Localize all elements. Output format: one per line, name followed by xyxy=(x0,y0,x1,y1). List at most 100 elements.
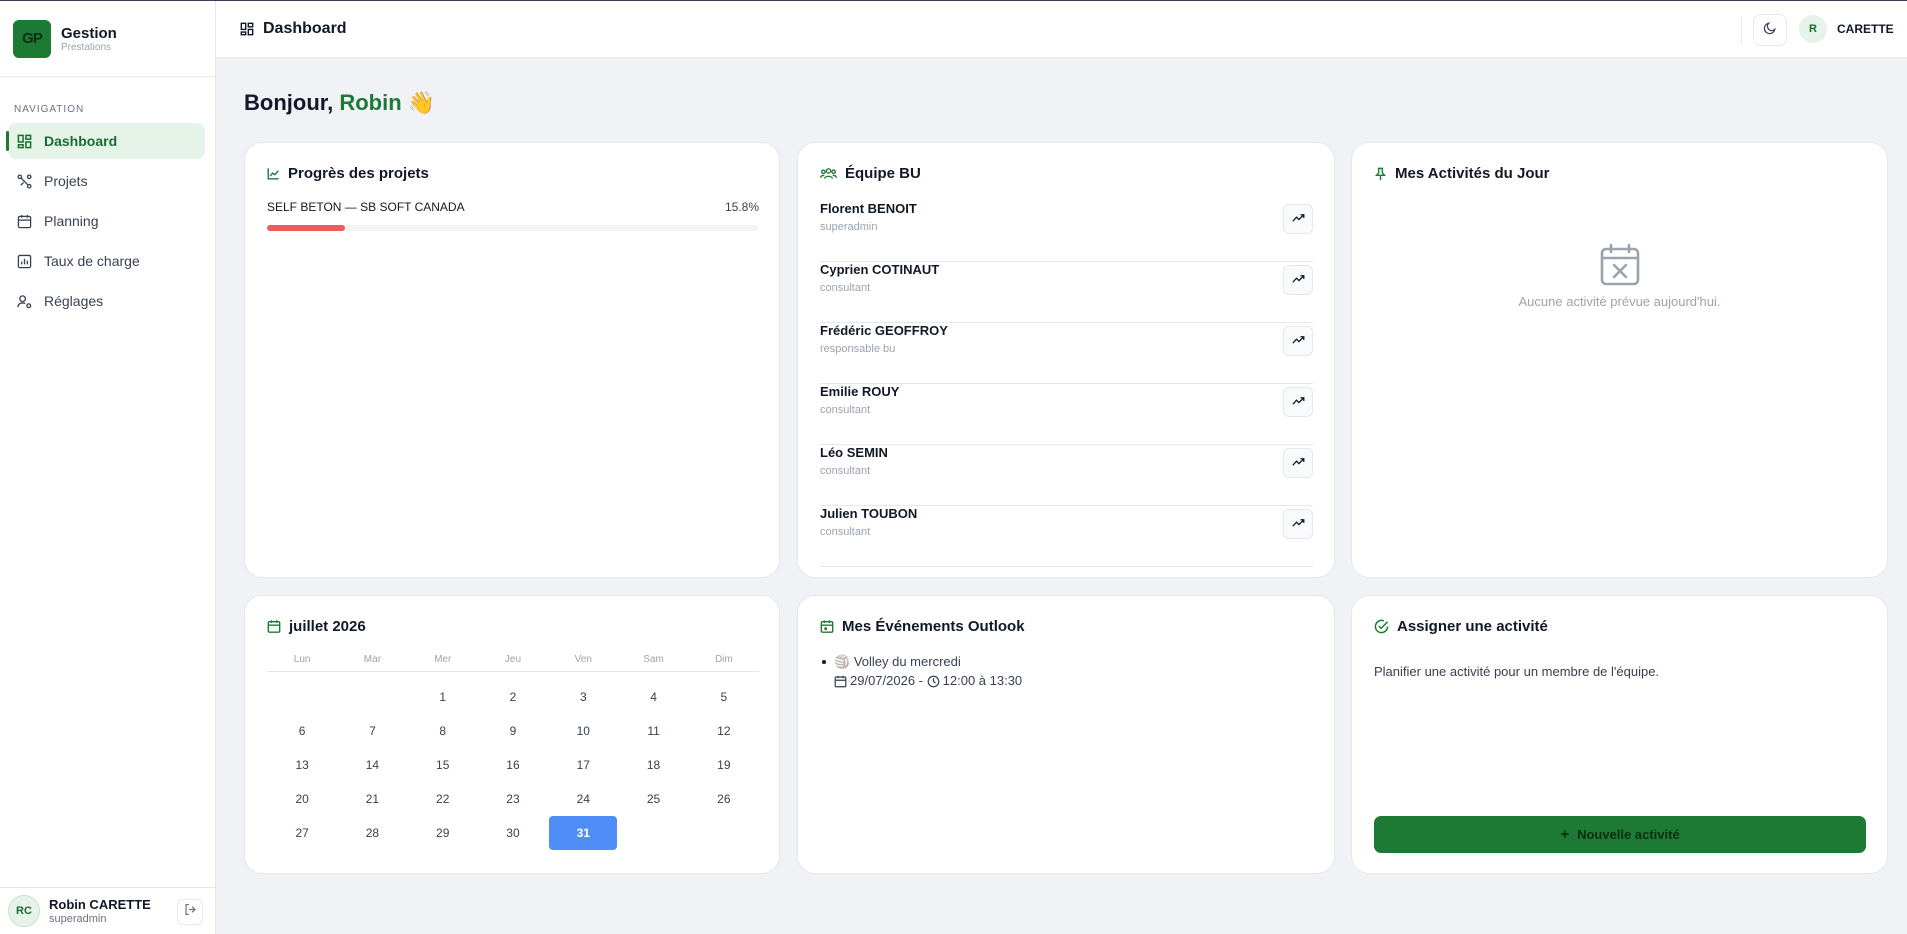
moon-icon xyxy=(1763,21,1777,40)
list-item: Emilie ROUY consultant xyxy=(820,384,1313,445)
calendar-day[interactable]: 1 xyxy=(408,680,478,714)
member-workload-button[interactable] xyxy=(1283,509,1313,539)
header-divider xyxy=(1741,17,1742,43)
calendar-day[interactable]: 29 xyxy=(408,816,478,850)
users-icon xyxy=(820,167,837,180)
card-title-text: Mes Événements Outlook xyxy=(842,618,1025,635)
sidebar-item-dashboard[interactable]: Dashboard xyxy=(6,123,205,159)
calendar-day[interactable]: 16 xyxy=(478,748,548,782)
brand[interactable]: GP Gestion Prestations xyxy=(0,1,215,77)
weekday-label: Mar xyxy=(363,654,382,665)
bar-chart-icon xyxy=(16,253,32,269)
calendar-day[interactable]: 26 xyxy=(689,782,759,816)
sidebar-item-taux-de-charge[interactable]: Taux de charge xyxy=(8,243,205,279)
calendar-day[interactable]: 15 xyxy=(408,748,478,782)
calendar-day[interactable]: 7 xyxy=(337,714,407,748)
calendar-day[interactable]: 30 xyxy=(478,816,548,850)
calendar-day[interactable]: 20 xyxy=(267,782,337,816)
page-title: Dashboard xyxy=(240,20,347,38)
calendar-day[interactable]: 8 xyxy=(408,714,478,748)
calendar-days: 1 2 3 4 5 6 7 8 9 10 11 12 13 14 15 16 17 18 19 20 21 22 23 24 2… xyxy=(267,680,759,850)
calendar-day-label: 4 xyxy=(650,690,657,704)
calendar-day[interactable]: 28 xyxy=(337,816,407,850)
card-title: Mes Événements Outlook xyxy=(820,618,1025,635)
outlook-event[interactable]: 🏐 Volley du mercredi 29/07/2026 - 12:00 … xyxy=(822,652,1022,691)
member-workload-button[interactable] xyxy=(1283,448,1313,478)
calendar-day[interactable]: 9 xyxy=(478,714,548,748)
header-user-menu[interactable]: R CARETTE xyxy=(1799,15,1894,43)
calendar-icon xyxy=(834,675,847,688)
member-workload-button[interactable] xyxy=(1283,387,1313,417)
project-row[interactable]: SELF BETON — SB SOFT CANADA 15.8% xyxy=(267,200,759,214)
card-title-text: Mes Activités du Jour xyxy=(1395,165,1550,182)
calendar-day-label: 10 xyxy=(576,724,590,738)
sidebar-item-label: Réglages xyxy=(44,293,104,309)
list-item: Julien TOUBON consultant xyxy=(820,506,1313,567)
weekday-label: Lun xyxy=(293,654,311,665)
calendar-day-label: 17 xyxy=(576,758,590,772)
calendar-day[interactable]: 12 xyxy=(689,714,759,748)
member-workload-button[interactable] xyxy=(1283,265,1313,295)
calendar-weekday-header: Lun Mar Mer Jeu Ven Sam Dim xyxy=(267,654,759,672)
calendar-day-label xyxy=(268,680,336,714)
team-card: Équipe BU Florent BENOIT superadmin Cypr… xyxy=(797,142,1335,578)
brand-logo: GP xyxy=(13,19,51,58)
calendar-day[interactable]: 31 xyxy=(548,816,618,850)
card-title: Progrès des projets xyxy=(267,165,429,182)
empty-state-text: Aucune activité prévue aujourd'hui. xyxy=(1518,294,1721,309)
list-item: Cyprien COTINAUT consultant xyxy=(820,262,1313,323)
dashboard-icon xyxy=(16,133,32,149)
assign-activity-card: Assigner une activité Planifier une acti… xyxy=(1351,595,1888,874)
calendar-day[interactable]: 6 xyxy=(267,714,337,748)
sidebar: GP Gestion Prestations NAVIGATION Dashbo… xyxy=(0,1,216,934)
event-time: 12:00 à 13:30 xyxy=(942,673,1023,688)
calendar-day[interactable]: 14 xyxy=(337,748,407,782)
calendar-day-label: 21 xyxy=(365,792,380,806)
calendar-day[interactable]: 24 xyxy=(548,782,618,816)
calendar-day-label: 6 xyxy=(298,724,306,738)
calendar-day-label: 5 xyxy=(720,690,728,704)
member-workload-button[interactable] xyxy=(1283,326,1313,356)
calendar-day[interactable]: 3 xyxy=(548,680,618,714)
calendar-day[interactable]: 23 xyxy=(478,782,548,816)
calendar-day[interactable]: 19 xyxy=(689,748,759,782)
sidebar-item-planning[interactable]: Planning xyxy=(8,203,205,239)
pin-icon xyxy=(1374,167,1387,181)
logout-icon xyxy=(184,903,197,921)
calendar-day[interactable]: 22 xyxy=(408,782,478,816)
member-workload-button[interactable] xyxy=(1283,204,1313,234)
calendar-day[interactable]: 11 xyxy=(618,714,688,748)
calendar-day[interactable]: 5 xyxy=(689,680,759,714)
project-name: SELF BETON — SB SOFT CANADA xyxy=(267,200,465,214)
list-item: Frédéric GEOFFROY responsable bu xyxy=(820,323,1313,384)
nav-heading: NAVIGATION xyxy=(14,104,85,115)
theme-toggle-button[interactable] xyxy=(1753,14,1787,46)
sidebar-item-reglages[interactable]: Réglages xyxy=(8,283,205,319)
calendar-day[interactable]: 13 xyxy=(267,748,337,782)
calendar-day[interactable]: 21 xyxy=(337,782,407,816)
card-title: juillet 2026 xyxy=(267,618,366,635)
logout-button[interactable] xyxy=(177,899,203,925)
sidebar-item-projets[interactable]: Projets xyxy=(8,163,205,199)
calendar-day-label: 25 xyxy=(646,792,661,806)
member-name: Emilie ROUY xyxy=(820,384,900,399)
calendar-day-label: 11 xyxy=(647,724,660,738)
calendar-day[interactable]: 18 xyxy=(618,748,688,782)
trend-up-icon xyxy=(1291,271,1305,289)
member-name: Julien TOUBON xyxy=(820,506,918,521)
member-role: consultant xyxy=(820,526,871,538)
trend-up-icon xyxy=(1291,210,1305,228)
calendar-day[interactable]: 4 xyxy=(618,680,688,714)
project-progress-fill xyxy=(267,225,345,231)
calendar-day[interactable]: 27 xyxy=(267,816,337,850)
trend-up-icon xyxy=(1291,393,1305,411)
calendar-day-label: 2 xyxy=(509,690,517,704)
chart-icon xyxy=(267,167,280,180)
calendar-day[interactable]: 25 xyxy=(618,782,688,816)
new-activity-button[interactable]: + Nouvelle activité xyxy=(1374,816,1866,853)
sidebar-user-name: Robin CARETTE xyxy=(49,896,151,912)
outlook-events-card: Mes Événements Outlook 🏐 Volley du mercr… xyxy=(797,595,1335,874)
calendar-day[interactable]: 2 xyxy=(478,680,548,714)
calendar-day[interactable]: 17 xyxy=(548,748,618,782)
calendar-day[interactable]: 10 xyxy=(548,714,618,748)
